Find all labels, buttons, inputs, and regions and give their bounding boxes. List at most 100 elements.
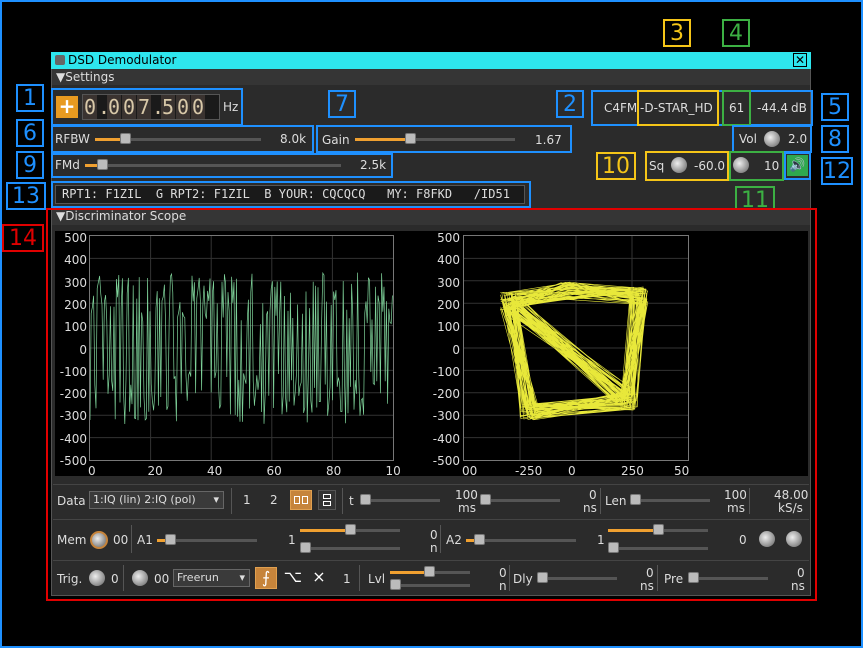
volume-label: Vol: [739, 132, 757, 146]
callout-10: 10: [596, 152, 636, 180]
trigger-index-value: 0: [111, 572, 119, 586]
title-bar[interactable]: DSD Demodulator ✕: [51, 52, 811, 69]
tick-label: -300: [59, 409, 87, 424]
volume-knob[interactable]: [764, 131, 780, 147]
gain-slider-fill: [355, 138, 407, 141]
trigger-mode-value: Freerun: [177, 571, 219, 584]
a1-ofs-coarse-handle[interactable]: [345, 524, 356, 535]
window-title: DSD Demodulator: [68, 53, 177, 67]
callout-2: 2: [556, 90, 584, 118]
a1-ofs-fine-handle[interactable]: [300, 542, 311, 553]
side-by-side-icon[interactable]: [290, 490, 312, 510]
xy-trace: [464, 236, 688, 460]
speaker-icon[interactable]: 🔊: [787, 155, 808, 176]
divider: [600, 488, 601, 514]
tick-label: 100: [64, 320, 87, 335]
trigger-memory-knob[interactable]: [132, 570, 148, 586]
freq-unit: Hz: [223, 100, 239, 114]
squelch-gate-knob[interactable]: [733, 157, 749, 173]
tick-label: 250: [621, 464, 644, 478]
level-coarse-handle[interactable]: [424, 566, 435, 577]
delay-slider-track[interactable]: [537, 577, 617, 580]
a1-ofs-fine-track[interactable]: [300, 547, 400, 550]
trigger-memory-value: 00: [154, 572, 170, 586]
data-select[interactable]: 1:IQ (lin) 2:IQ (pol) ▾: [89, 491, 224, 509]
callout-14: 14: [2, 224, 44, 252]
freq-digit[interactable]: 5: [161, 95, 175, 119]
callout-6: 6: [16, 119, 44, 147]
a2-ofs-coarse-handle[interactable]: [653, 524, 664, 535]
length-slider-track[interactable]: [630, 499, 710, 502]
offset-slider-handle[interactable]: [480, 494, 491, 505]
fmd-slider-track[interactable]: [85, 164, 341, 167]
both-edges-icon[interactable]: ⨯: [309, 567, 329, 589]
fmd-slider-handle[interactable]: [97, 159, 108, 170]
tick-label: 80: [326, 464, 342, 478]
tick-label: 100: [437, 320, 460, 335]
a2-ofs-fine-track[interactable]: [608, 547, 708, 550]
freq-digit[interactable]: 0: [122, 95, 136, 119]
length-value: 100: [724, 488, 747, 502]
freq-digit[interactable]: 0: [107, 95, 121, 119]
callout-1: 1: [16, 84, 44, 112]
a2-ofs-fine-handle[interactable]: [608, 542, 619, 553]
settings-header[interactable]: ▼Settings: [52, 69, 810, 85]
pretrigger-slider-handle[interactable]: [688, 572, 699, 583]
trace2-button[interactable]: 2: [270, 493, 278, 507]
trace1-button[interactable]: 1: [243, 493, 251, 507]
tick-label: -200: [59, 387, 87, 402]
xy-plot[interactable]: [463, 235, 689, 461]
tick-label: -200: [432, 387, 460, 402]
offset-slider-track[interactable]: [480, 499, 560, 502]
close-icon[interactable]: ✕: [793, 53, 807, 67]
frequency-dial[interactable]: 0 . 0 0 7 . 5 0 0: [82, 94, 220, 120]
trace-knob-1[interactable]: [759, 531, 775, 547]
freq-digit[interactable]: 0: [176, 95, 190, 119]
divider: [440, 525, 441, 553]
dsb-toggle-icon[interactable]: +: [56, 96, 78, 118]
squelch-knob[interactable]: [671, 157, 687, 173]
freq-digit[interactable]: 7: [137, 95, 151, 119]
gain-label: Gain: [322, 133, 350, 147]
callout-8: 8: [821, 125, 849, 153]
freq-digit[interactable]: 0: [191, 95, 205, 119]
trace-knob-2[interactable]: [786, 531, 802, 547]
level-label: Lvl: [368, 572, 386, 586]
freq-digit[interactable]: 0: [83, 95, 97, 119]
time-plot[interactable]: [89, 235, 394, 461]
stacked-icon[interactable]: [318, 490, 336, 510]
tick-label: 500: [64, 231, 87, 245]
sync-label: 61: [729, 101, 745, 115]
memory-knob[interactable]: [90, 531, 108, 549]
rfbw-slider-handle[interactable]: [120, 133, 131, 144]
divider: [657, 565, 658, 591]
trigger-mode-select[interactable]: Freerun ▾: [173, 569, 250, 587]
time-slider-handle[interactable]: [360, 494, 371, 505]
trigger-index-knob[interactable]: [89, 570, 105, 586]
delay-slider-handle[interactable]: [537, 572, 548, 583]
time-unit: ms: [458, 501, 476, 515]
level-fine-handle[interactable]: [390, 579, 401, 590]
a2-gain-slider-handle[interactable]: [474, 534, 485, 545]
a2-gain-value: 1: [597, 533, 605, 547]
level-fine-track[interactable]: [390, 584, 470, 587]
tick-label: -100: [432, 364, 460, 379]
rising-edge-icon[interactable]: ⨍: [255, 567, 277, 589]
pretrigger-slider-track[interactable]: [688, 577, 768, 580]
a1-gain-value: 1: [288, 533, 296, 547]
tick-label: -400: [59, 431, 87, 446]
gain-slider-handle[interactable]: [405, 133, 416, 144]
collapse-triangle-icon: ▼: [56, 70, 66, 84]
settings-title: Settings: [65, 70, 115, 84]
a1-gain-slider-handle[interactable]: [165, 534, 176, 545]
length-unit: ms: [727, 501, 745, 515]
callout-3: 3: [663, 19, 691, 47]
sample-rate-value: 48.00: [774, 488, 809, 502]
length-slider-handle[interactable]: [630, 494, 641, 505]
time-slider-track[interactable]: [360, 499, 440, 502]
falling-edge-icon[interactable]: ⌥: [283, 567, 303, 589]
divider: [123, 565, 124, 591]
window-menu-icon[interactable]: [55, 55, 65, 65]
tick-label: -250: [515, 464, 543, 478]
delay-label: Dly: [513, 572, 533, 586]
